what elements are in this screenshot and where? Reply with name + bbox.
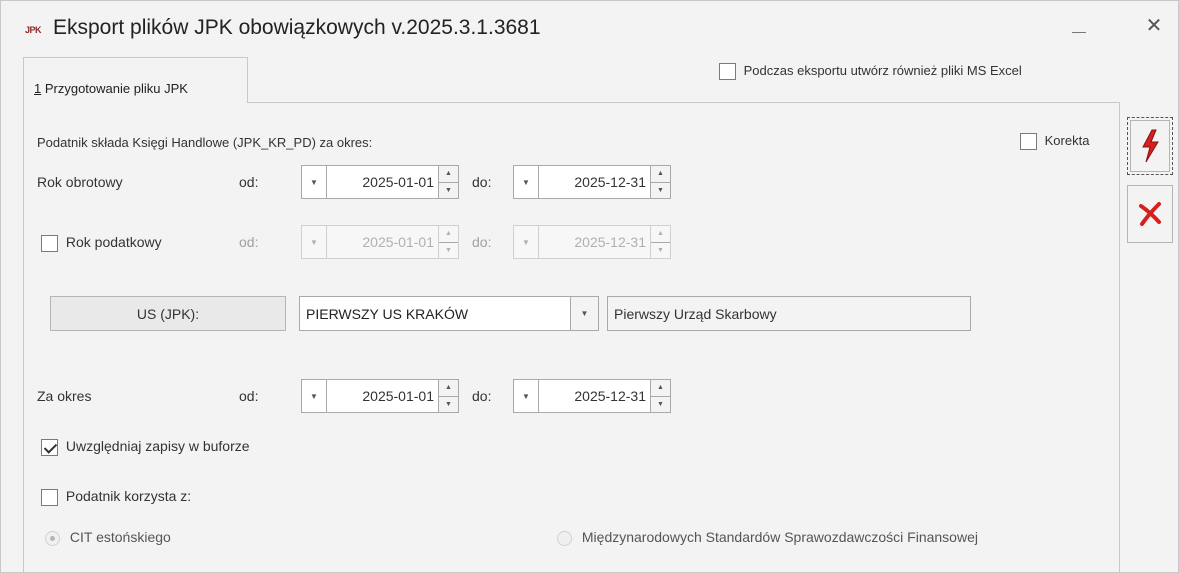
chevron-down-icon[interactable]: ▼ <box>513 165 539 199</box>
spin-down-icon[interactable]: ▼ <box>439 183 458 199</box>
form-header: Podatnik składa Księgi Handlowe (JPK_KR_… <box>37 135 373 150</box>
minimize-button[interactable] <box>1056 11 1102 41</box>
spin-down-icon[interactable]: ▼ <box>439 397 458 413</box>
date-spinner[interactable]: ▲ ▼ <box>439 165 459 199</box>
spin-up-icon[interactable]: ▲ <box>439 166 458 183</box>
radio-msr[interactable] <box>557 530 572 546</box>
spin-down-icon[interactable]: ▼ <box>651 397 670 413</box>
date-spinner: ▲ ▼ <box>651 225 671 259</box>
za-okres-od-field[interactable]: 2025-01-01 <box>327 379 439 413</box>
rok-obrotowy-od-label: od: <box>239 174 259 190</box>
podatnik-korzysta-checkbox[interactable] <box>41 488 58 506</box>
spin-down-icon[interactable]: ▼ <box>651 183 670 199</box>
radio-cit[interactable] <box>45 530 60 546</box>
excel-export-label: Podczas eksportu utwórz również pliki MS… <box>743 63 1022 78</box>
spin-up-icon: ▲ <box>651 226 670 243</box>
rok-obrotowy-do-date[interactable]: ▼ 2025-12-31 ▲ ▼ <box>513 165 671 199</box>
chevron-down-icon[interactable]: ▼ <box>301 165 327 199</box>
date-spinner[interactable]: ▲ ▼ <box>439 379 459 413</box>
close-button[interactable]: ✕ <box>1131 11 1177 41</box>
rok-obrotowy-label: Rok obrotowy <box>37 174 123 190</box>
rok-podatkowy-od-label: od: <box>239 234 259 250</box>
za-okres-od-label: od: <box>239 388 259 404</box>
radio-cit-option[interactable]: CIT estońskiego <box>45 529 171 546</box>
red-x-icon <box>1139 202 1161 226</box>
za-okres-do-date[interactable]: ▼ 2025-12-31 ▲ ▼ <box>513 379 671 413</box>
bufor-checkbox[interactable] <box>41 438 58 456</box>
us-select-value[interactable]: PIERWSZY US KRAKÓW <box>299 296 571 331</box>
za-okres-od-date[interactable]: ▼ 2025-01-01 ▲ ▼ <box>301 379 459 413</box>
lightning-bolt-icon <box>1142 129 1159 163</box>
close-icon: ✕ <box>1145 15 1163 37</box>
za-okres-do-field[interactable]: 2025-12-31 <box>539 379 651 413</box>
rok-obrotowy-od-date[interactable]: ▼ 2025-01-01 ▲ ▼ <box>301 165 459 199</box>
rok-podatkowy-checkbox[interactable] <box>41 234 58 252</box>
window-title: Eksport plików JPK obowiązkowych v.2025.… <box>53 16 541 39</box>
spin-up-icon[interactable]: ▲ <box>651 166 670 183</box>
tab-przygotowanie[interactable]: 1 Przygotowanie pliku JPK <box>23 57 248 103</box>
date-spinner: ▲ ▼ <box>439 225 459 259</box>
radio-cit-label: CIT estońskiego <box>69 529 171 545</box>
rok-podatkowy-do-label: do: <box>472 234 492 250</box>
spin-up-icon[interactable]: ▲ <box>651 380 670 397</box>
korekta-option[interactable]: Korekta <box>1020 133 1090 151</box>
rok-podatkowy-option[interactable]: Rok podatkowy <box>41 234 162 252</box>
excel-export-option[interactable]: Podczas eksportu utwórz również pliki MS… <box>719 63 1022 81</box>
cancel-button[interactable] <box>1127 185 1173 243</box>
spin-up-icon: ▲ <box>439 226 458 243</box>
chevron-down-icon: ▼ <box>513 225 539 259</box>
run-export-button[interactable] <box>1127 117 1173 175</box>
title-bar: JPK Eksport plików JPK obowiązkowych v.2… <box>1 1 1178 51</box>
minimize-icon <box>1072 32 1086 34</box>
jpk-app-icon: JPK <box>25 25 42 35</box>
podatnik-korzysta-option[interactable]: Podatnik korzysta z: <box>41 488 191 506</box>
spin-down-icon: ▼ <box>445 246 452 254</box>
rok-obrotowy-do-field[interactable]: 2025-12-31 <box>539 165 651 199</box>
podatnik-korzysta-label: Podatnik korzysta z: <box>65 488 192 504</box>
radio-msr-option[interactable]: Międzynarodowych Standardów Sprawozdawcz… <box>557 529 978 546</box>
rok-podatkowy-label: Rok podatkowy <box>65 234 162 250</box>
korekta-label: Korekta <box>1044 133 1090 148</box>
date-spinner[interactable]: ▲ ▼ <box>651 165 671 199</box>
za-okres-label: Za okres <box>37 388 92 404</box>
us-name-field: Pierwszy Urząd Skarbowy <box>607 296 971 331</box>
rok-obrotowy-od-field[interactable]: 2025-01-01 <box>327 165 439 199</box>
chevron-down-icon[interactable]: ▼ <box>513 379 539 413</box>
bufor-option[interactable]: Uwzględniaj zapisy w buforze <box>41 438 250 456</box>
tab-label: Przygotowanie pliku JPK <box>41 81 188 96</box>
rok-podatkowy-do-field: 2025-12-31 <box>539 225 651 259</box>
us-jpk-button[interactable]: US (JPK): <box>50 296 286 331</box>
export-window: JPK Eksport plików JPK obowiązkowych v.2… <box>0 0 1179 573</box>
rok-obrotowy-do-label: do: <box>472 174 492 190</box>
chevron-down-icon[interactable]: ▼ <box>571 296 599 331</box>
spin-up-icon[interactable]: ▲ <box>439 380 458 397</box>
radio-msr-label: Międzynarodowych Standardów Sprawozdawcz… <box>581 529 978 545</box>
bufor-label: Uwzględniaj zapisy w buforze <box>65 438 250 454</box>
us-select[interactable]: PIERWSZY US KRAKÓW ▼ <box>299 296 599 331</box>
rok-podatkowy-od-field: 2025-01-01 <box>327 225 439 259</box>
za-okres-do-label: do: <box>472 388 492 404</box>
korekta-checkbox[interactable] <box>1020 133 1037 151</box>
spin-down-icon: ▼ <box>657 246 664 254</box>
rok-podatkowy-do-date: ▼ 2025-12-31 ▲ ▼ <box>513 225 671 259</box>
chevron-down-icon: ▼ <box>301 225 327 259</box>
rok-podatkowy-od-date: ▼ 2025-01-01 ▲ ▼ <box>301 225 459 259</box>
chevron-down-icon[interactable]: ▼ <box>301 379 327 413</box>
excel-export-checkbox[interactable] <box>719 63 736 81</box>
date-spinner[interactable]: ▲ ▼ <box>651 379 671 413</box>
